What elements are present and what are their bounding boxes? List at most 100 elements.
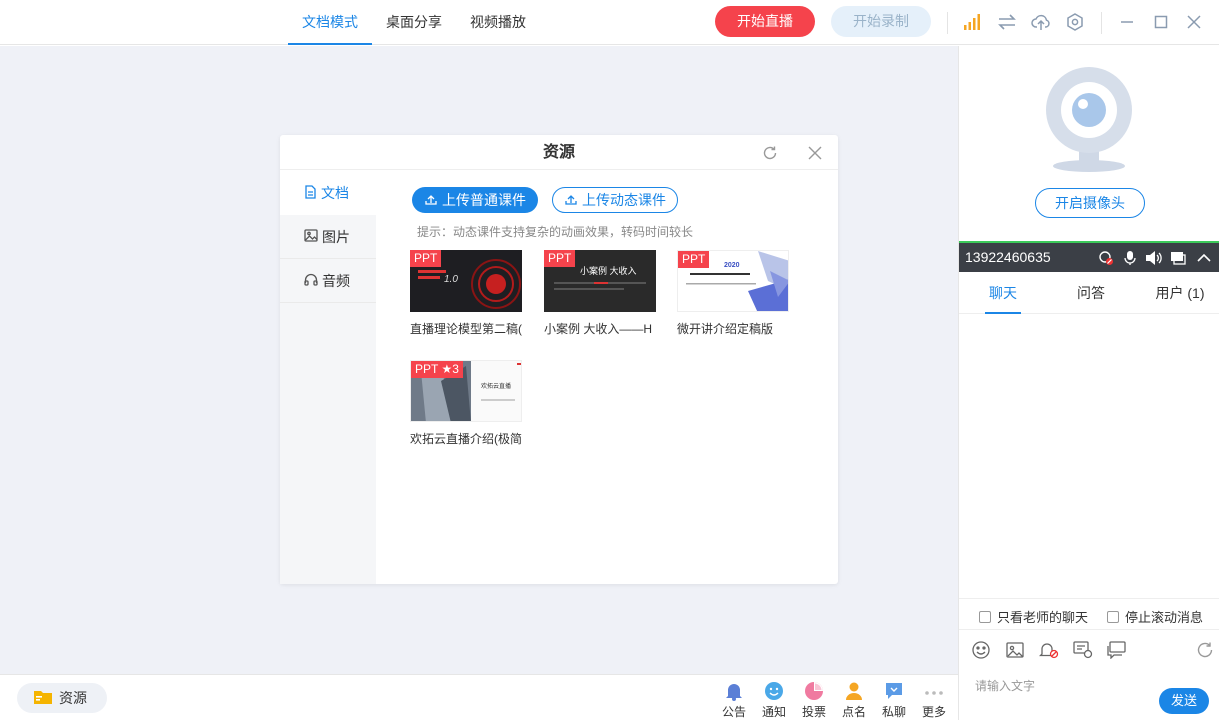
refresh-icon[interactable] xyxy=(760,143,780,163)
presenter-phone: 13922460635 xyxy=(965,249,1051,265)
close-icon[interactable] xyxy=(1184,12,1204,32)
checkbox[interactable] xyxy=(979,610,991,623)
stop-scroll-label: 停止滚动消息 xyxy=(1125,610,1204,625)
file-card[interactable]: 小案例 大收入 PPT 小案例 大收入——H xyxy=(544,250,656,337)
camera-off-icon[interactable] xyxy=(1097,249,1115,267)
bell-icon xyxy=(724,681,744,701)
document-icon xyxy=(304,184,317,202)
chat-bubbles-icon[interactable] xyxy=(1107,640,1127,660)
sidebar-item-image[interactable]: 图片 xyxy=(280,215,376,259)
chat-options: 只看老师的聊天 停止滚动消息 xyxy=(959,598,1219,630)
tool-notice[interactable]: 通知 xyxy=(759,681,789,720)
mute-all-icon[interactable] xyxy=(1039,640,1059,660)
file-thumbnail: 2020 PPT xyxy=(677,250,789,312)
tab-desktop-share[interactable]: 桌面分享 xyxy=(380,0,448,45)
emoji-icon[interactable] xyxy=(971,640,991,660)
file-card[interactable]: 1.0 PPT 直播理论模型第二稿( xyxy=(410,250,522,337)
switch-icon[interactable] xyxy=(997,12,1017,32)
tool-label: 私聊 xyxy=(881,705,906,719)
chat-heart-icon xyxy=(884,681,904,701)
tool-label: 通知 xyxy=(761,705,786,719)
sidebar-item-document[interactable]: 文档 xyxy=(280,171,376,215)
upload-icon xyxy=(424,192,438,209)
microphone-icon[interactable] xyxy=(1121,249,1139,267)
upload-dynamic-courseware-button[interactable]: 上传动态课件 xyxy=(552,187,678,213)
dialog-header: 资源 xyxy=(280,135,838,170)
speaker-icon[interactable] xyxy=(1145,249,1163,267)
dialog-sidebar: 文档 图片 音频 xyxy=(280,171,376,584)
screen-icon[interactable] xyxy=(1169,249,1187,267)
presenter-status-bar: 13922460635 xyxy=(959,241,1219,272)
maximize-icon[interactable] xyxy=(1151,12,1171,32)
teacher-only-checkbox[interactable]: 只看老师的聊天 xyxy=(979,607,1088,626)
start-live-button[interactable]: 开始直播 xyxy=(715,6,815,37)
tool-announcement[interactable]: 公告 xyxy=(719,681,749,720)
tool-roll-call[interactable]: 点名 xyxy=(839,681,869,720)
signal-icon[interactable] xyxy=(962,12,982,32)
resource-label: 资源 xyxy=(59,690,87,706)
divider xyxy=(1101,12,1102,34)
tab-video-play[interactable]: 视频播放 xyxy=(464,0,532,45)
file-name: 欢拓云直播介绍(极简 xyxy=(410,432,522,446)
sidebar-item-label: 图片 xyxy=(322,228,350,245)
message-settings-icon[interactable] xyxy=(1073,640,1093,660)
upload-dynamic-label: 上传动态课件 xyxy=(582,192,666,208)
top-bar: 文档模式 桌面分享 视频播放 开始直播 开始录制 xyxy=(0,0,1219,45)
tool-label: 投票 xyxy=(801,705,826,719)
settings-icon[interactable] xyxy=(1065,12,1085,32)
smile-bubble-icon xyxy=(764,681,784,701)
file-card[interactable]: 2020 PPT 微开讲介绍定稿版 xyxy=(677,250,789,337)
pie-chart-icon xyxy=(804,681,824,701)
chat-input[interactable]: 请输入文字 xyxy=(975,677,1035,694)
tool-label: 更多 xyxy=(921,705,946,719)
upload-normal-courseware-button[interactable]: 上传普通课件 xyxy=(412,187,538,213)
refresh-chat-icon[interactable] xyxy=(1195,640,1215,660)
right-panel: 开启摄像头 13922460635 聊天 问答 用户 (1) 只看老师的聊天 停… xyxy=(958,46,1219,720)
divider xyxy=(947,12,948,34)
sidebar-item-label: 音频 xyxy=(322,272,350,289)
file-thumbnail: 1.0 PPT xyxy=(410,250,522,312)
tab-users[interactable]: 用户 (1) xyxy=(1153,274,1207,314)
minimize-icon[interactable] xyxy=(1117,12,1137,32)
bottom-toolbar: 资源 公告 通知 投票 点名 私聊 更多 xyxy=(0,674,958,720)
ppt-badge: PPT xyxy=(544,250,576,267)
sidebar-item-audio[interactable]: 音频 xyxy=(280,259,376,303)
tab-qa[interactable]: 问答 xyxy=(1073,274,1109,314)
resource-button[interactable]: 资源 xyxy=(17,683,107,713)
thumb-text: 小案例 大收入 xyxy=(580,266,637,276)
checkbox[interactable] xyxy=(1107,610,1119,623)
cloud-upload-icon[interactable] xyxy=(1031,12,1051,32)
headphones-icon xyxy=(304,273,318,289)
chat-toolbar xyxy=(959,636,1219,668)
dialog-close-icon[interactable] xyxy=(805,143,825,163)
thumb-text: 欢拓云直播 xyxy=(481,384,512,390)
upload-normal-label: 上传普通课件 xyxy=(442,192,526,208)
tool-private-chat[interactable]: 私聊 xyxy=(879,681,909,720)
folder-icon xyxy=(33,688,53,708)
file-card[interactable]: 欢拓云直播 PPT ★3 欢拓云直播介绍(极简 xyxy=(410,360,522,447)
tool-vote[interactable]: 投票 xyxy=(799,681,829,720)
open-camera-button[interactable]: 开启摄像头 xyxy=(1035,188,1145,218)
tab-chat[interactable]: 聊天 xyxy=(985,274,1021,314)
ppt-badge: PPT xyxy=(678,251,710,268)
thumb-text: 2020 xyxy=(724,262,740,269)
file-thumbnail: 欢拓云直播 PPT ★3 xyxy=(410,360,522,422)
ppt-badge: PPT xyxy=(410,250,442,267)
tab-document-mode[interactable]: 文档模式 xyxy=(288,0,372,45)
upload-tip: 提示：动态课件支持复杂的动画效果，转码时间较长 xyxy=(417,225,694,239)
start-record-button[interactable]: 开始录制 xyxy=(831,6,931,37)
image-upload-icon[interactable] xyxy=(1005,640,1025,660)
tool-more[interactable]: 更多 xyxy=(919,681,949,720)
stop-scroll-checkbox[interactable]: 停止滚动消息 xyxy=(1107,607,1203,626)
more-icon xyxy=(924,681,944,701)
collapse-icon[interactable] xyxy=(1195,249,1213,267)
upload-icon xyxy=(564,192,578,209)
camera-area: 开启摄像头 xyxy=(959,46,1219,241)
tool-label: 公告 xyxy=(721,705,746,719)
image-icon xyxy=(304,228,318,245)
send-button[interactable]: 发送 xyxy=(1159,688,1209,714)
file-thumbnail: 小案例 大收入 PPT xyxy=(544,250,656,312)
resource-dialog: 资源 文档 图片 音频 上传普通课件 上传动态课件 提示：动态课件支持复杂的动画… xyxy=(280,135,838,584)
person-icon xyxy=(844,681,864,701)
sidebar-item-label: 文档 xyxy=(321,185,349,201)
